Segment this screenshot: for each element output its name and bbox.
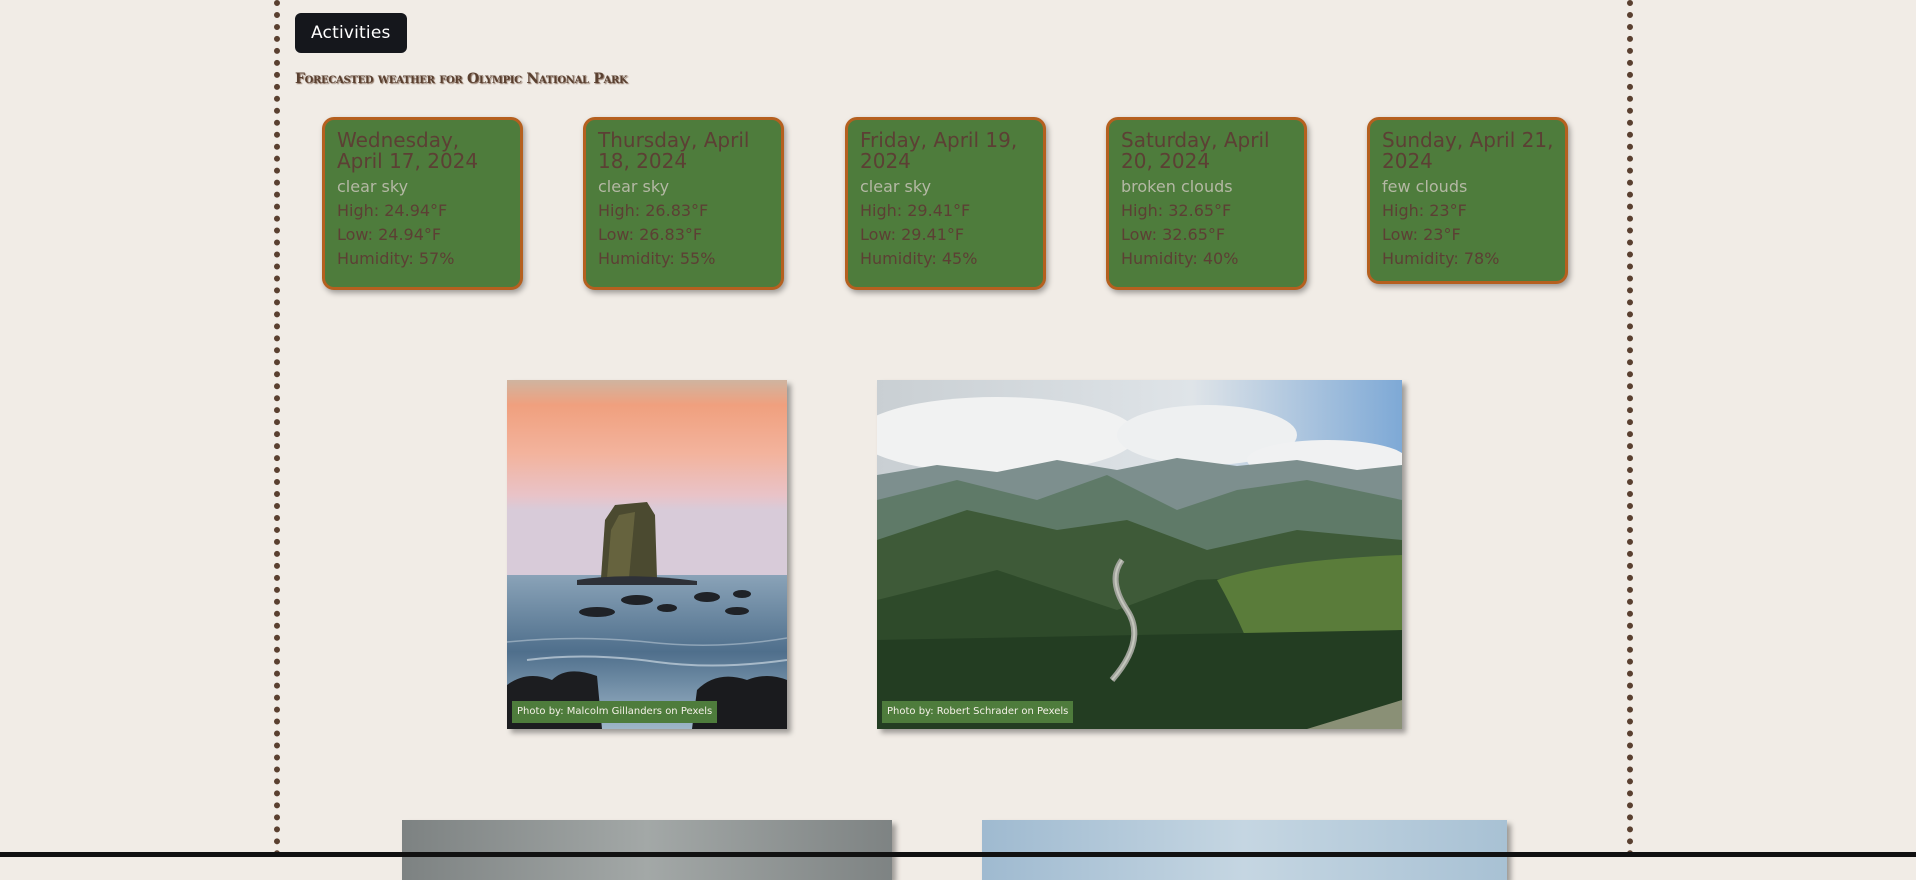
- forecast-date: Sunday, April 21, 2024: [1382, 128, 1554, 173]
- mountain-road-photo: Photo by: Robert Schrader on Pexels: [877, 380, 1402, 729]
- activities-button[interactable]: Activities: [295, 13, 407, 53]
- humidity: Humidity: 55%: [598, 249, 716, 268]
- window-bottom-edge: [0, 852, 1916, 857]
- landscape-photo: [982, 820, 1507, 880]
- weather-description: few clouds: [1382, 177, 1468, 196]
- low-temperature: Low: 23°F: [1382, 225, 1461, 244]
- forecast-date: Saturday, April 20, 2024: [1121, 128, 1270, 173]
- weather-description: clear sky: [598, 177, 670, 196]
- photo-credit: Photo by: Malcolm Gillanders on Pexels: [512, 701, 718, 723]
- weather-card: Saturday, April 20, 2024 broken clouds H…: [1106, 117, 1307, 290]
- sea-stack-photo: Photo by: Malcolm Gillanders on Pexels: [507, 380, 787, 729]
- weather-card: Sunday, April 21, 2024 few clouds High: …: [1367, 117, 1568, 284]
- forecast-date: Friday, April 19, 2024: [860, 128, 1018, 173]
- low-temperature: Low: 24.94°F: [337, 225, 442, 244]
- weather-card: Friday, April 19, 2024 clear sky High: 2…: [845, 117, 1046, 290]
- humidity: Humidity: 45%: [860, 249, 978, 268]
- weather-card: Thursday, April 18, 2024 clear sky High:…: [583, 117, 784, 290]
- weather-card: Wednesday, April 17, 2024 clear sky High…: [322, 117, 523, 290]
- mountain-road-image: [877, 380, 1402, 729]
- high-temperature: High: 32.65°F: [1121, 201, 1232, 220]
- high-temperature: High: 26.83°F: [598, 201, 709, 220]
- humidity: Humidity: 57%: [337, 249, 455, 268]
- high-temperature: High: 23°F: [1382, 201, 1467, 220]
- forecast-date: Wednesday, April 17, 2024: [337, 128, 479, 173]
- photo-credit: Photo by: Robert Schrader on Pexels: [882, 701, 1074, 723]
- low-temperature: Low: 29.41°F: [860, 225, 965, 244]
- weather-description: clear sky: [860, 177, 932, 196]
- forecast-date: Thursday, April 18, 2024: [598, 128, 750, 173]
- forecast-heading: Forecasted weather for Olympic National …: [295, 71, 628, 87]
- weather-description: broken clouds: [1121, 177, 1233, 196]
- humidity: Humidity: 78%: [1382, 249, 1500, 268]
- sea-stack-image: [507, 380, 787, 729]
- high-temperature: High: 24.94°F: [337, 201, 448, 220]
- low-temperature: Low: 26.83°F: [598, 225, 703, 244]
- landscape-photo: [402, 820, 892, 880]
- low-temperature: Low: 32.65°F: [1121, 225, 1226, 244]
- high-temperature: High: 29.41°F: [860, 201, 971, 220]
- humidity: Humidity: 40%: [1121, 249, 1239, 268]
- weather-description: clear sky: [337, 177, 409, 196]
